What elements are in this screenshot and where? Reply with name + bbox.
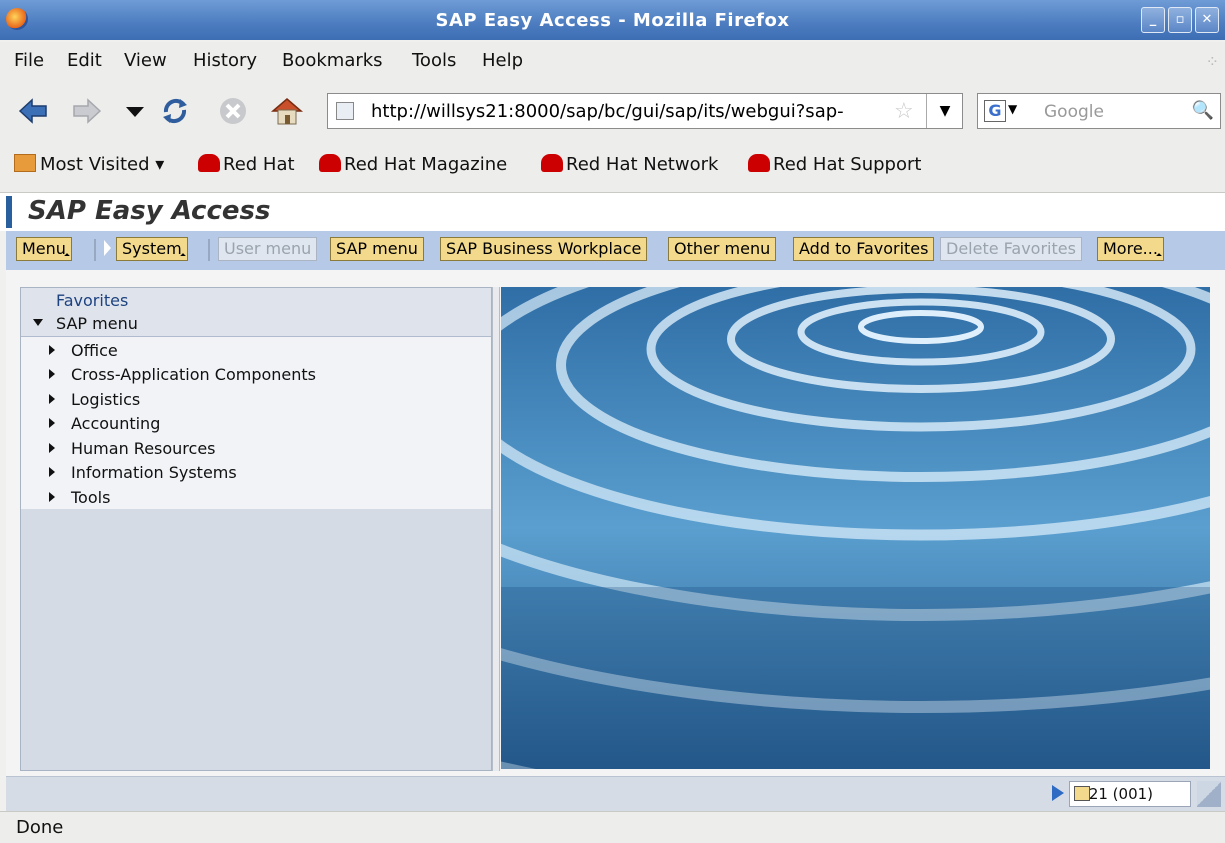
bookmark-most-visited[interactable]: Most Visited ▾ — [14, 154, 164, 175]
tree-item-tools[interactable]: Tools — [21, 486, 491, 510]
minimize-button[interactable]: _ — [1141, 7, 1165, 33]
menu-help[interactable]: Help — [482, 50, 523, 71]
other-menu-button[interactable]: Other menu — [668, 237, 777, 261]
home-icon[interactable] — [270, 94, 304, 128]
expand-right-icon[interactable] — [49, 492, 55, 502]
folder-icon — [14, 154, 36, 172]
bookmark-red-hat-support[interactable]: Red Hat Support — [748, 154, 921, 175]
menu-tree-panel: Favorites SAP menu Office Cross-Applicat… — [20, 287, 492, 771]
redhat-icon — [198, 154, 220, 172]
expand-right-icon[interactable] — [49, 369, 55, 379]
tree-item-label[interactable]: Information Systems — [71, 463, 237, 482]
status-expand-icon[interactable] — [1052, 785, 1064, 801]
window-title-bar: SAP Easy Access - Mozilla Firefox _ ▫ ✕ — [0, 0, 1225, 40]
sap-toolbar: Menu System User menu SAP menu SAP Busin… — [6, 231, 1225, 270]
address-bar[interactable]: http://willsys21:8000/sap/bc/gui/sap/its… — [327, 93, 963, 129]
add-to-favorites-button[interactable]: Add to Favorites — [793, 237, 935, 261]
status-text: Done — [16, 817, 64, 838]
tree-item-label[interactable]: Cross-Application Components — [71, 365, 316, 384]
tree-item-label[interactable]: Logistics — [71, 390, 140, 409]
stop-icon[interactable] — [216, 94, 250, 128]
menu-button[interactable]: Menu — [16, 237, 72, 261]
search-placeholder[interactable]: Google — [1044, 102, 1104, 122]
bookmark-red-hat-magazine[interactable]: Red Hat Magazine — [319, 154, 507, 175]
tree-item-information-systems[interactable]: Information Systems — [21, 461, 491, 485]
delete-favorites-button[interactable]: Delete Favorites — [940, 237, 1082, 261]
toolbar-separator — [94, 239, 96, 261]
search-icon[interactable]: 🔍 — [1192, 100, 1214, 121]
tree-item-label[interactable]: Office — [71, 341, 118, 360]
splash-image — [501, 287, 1210, 769]
bookmark-red-hat[interactable]: Red Hat — [198, 154, 295, 175]
history-dropdown-icon[interactable] — [118, 94, 152, 128]
system-menu-icon[interactable] — [1074, 786, 1090, 801]
tree-item-cross-application[interactable]: Cross-Application Components — [21, 363, 491, 387]
reload-icon[interactable] — [158, 94, 192, 128]
expand-right-icon[interactable] — [49, 345, 55, 355]
toolbar-separator — [208, 239, 210, 261]
throbber-icon: ⁘ — [1205, 52, 1219, 71]
resize-grip-icon[interactable] — [1197, 781, 1221, 807]
expand-right-icon[interactable] — [49, 418, 55, 428]
sap-menu-button[interactable]: SAP menu — [330, 237, 424, 261]
tree-item-accounting[interactable]: Accounting — [21, 412, 491, 436]
redhat-icon — [748, 154, 770, 172]
bookmark-red-hat-network[interactable]: Red Hat Network — [541, 154, 718, 175]
header-accent-bar — [6, 196, 12, 228]
menu-bookmarks[interactable]: Bookmarks — [282, 50, 383, 71]
system-button[interactable]: System — [116, 237, 188, 261]
sap-status-bar: W21 (001) — [6, 776, 1225, 811]
water-ripple-image — [501, 287, 1210, 769]
page-title: SAP Easy Access — [28, 196, 271, 226]
pane-splitter[interactable] — [492, 287, 500, 771]
tree-favorites[interactable]: Favorites — [56, 291, 128, 310]
close-button[interactable]: ✕ — [1195, 7, 1219, 33]
menu-view[interactable]: View — [124, 50, 167, 71]
maximize-button[interactable]: ▫ — [1168, 7, 1192, 33]
tree-item-label[interactable]: Tools — [71, 488, 110, 507]
tree-item-label[interactable]: Human Resources — [71, 439, 216, 458]
url-text[interactable]: http://willsys21:8000/sap/bc/gui/sap/its… — [371, 101, 891, 122]
expand-right-icon[interactable] — [49, 443, 55, 453]
menu-history[interactable]: History — [193, 50, 257, 71]
tree-item-office[interactable]: Office — [21, 339, 491, 363]
url-dropdown-icon[interactable]: ▼ — [926, 94, 963, 128]
search-box[interactable]: G ▼ Google 🔍 — [977, 93, 1221, 129]
bookmark-star-icon[interactable]: ☆ — [894, 99, 914, 124]
engine-dropdown-icon[interactable]: ▼ — [1008, 102, 1017, 116]
sap-content: Favorites SAP menu Office Cross-Applicat… — [6, 270, 1225, 776]
system-info-field[interactable]: W21 (001) — [1069, 781, 1191, 807]
site-identity-icon[interactable] — [336, 102, 354, 120]
browser-status-bar: Done — [0, 811, 1225, 843]
forward-icon[interactable] — [70, 94, 104, 128]
menu-bar: File Edit View History Bookmarks Tools H… — [0, 42, 1225, 80]
menu-edit[interactable]: Edit — [67, 50, 102, 71]
back-icon[interactable] — [16, 94, 50, 128]
toolbar-arrow-icon[interactable] — [104, 240, 111, 256]
bookmarks-toolbar: Most Visited ▾ Red Hat Red Hat Magazine … — [0, 142, 1225, 193]
expand-right-icon[interactable] — [49, 394, 55, 404]
google-engine-icon[interactable]: G — [984, 100, 1006, 122]
business-workplace-button[interactable]: SAP Business Workplace — [440, 237, 648, 261]
tree-item-human-resources[interactable]: Human Resources — [21, 437, 491, 461]
sap-header: SAP Easy Access — [0, 193, 1225, 231]
menu-file[interactable]: File — [14, 50, 44, 71]
redhat-icon — [319, 154, 341, 172]
tree-item-logistics[interactable]: Logistics — [21, 388, 491, 412]
redhat-icon — [541, 154, 563, 172]
expand-right-icon[interactable] — [49, 467, 55, 477]
tree-list: Office Cross-Application Components Logi… — [21, 337, 491, 509]
tree-sap-menu[interactable]: SAP menu — [56, 314, 138, 333]
tree-item-label[interactable]: Accounting — [71, 414, 160, 433]
menu-tools[interactable]: Tools — [412, 50, 456, 71]
window-title: SAP Easy Access - Mozilla Firefox — [435, 10, 790, 31]
user-menu-button[interactable]: User menu — [218, 237, 318, 261]
expand-down-icon[interactable] — [33, 319, 43, 326]
tree-root: Favorites SAP menu — [21, 288, 491, 337]
more-button[interactable]: More... — [1097, 237, 1164, 261]
